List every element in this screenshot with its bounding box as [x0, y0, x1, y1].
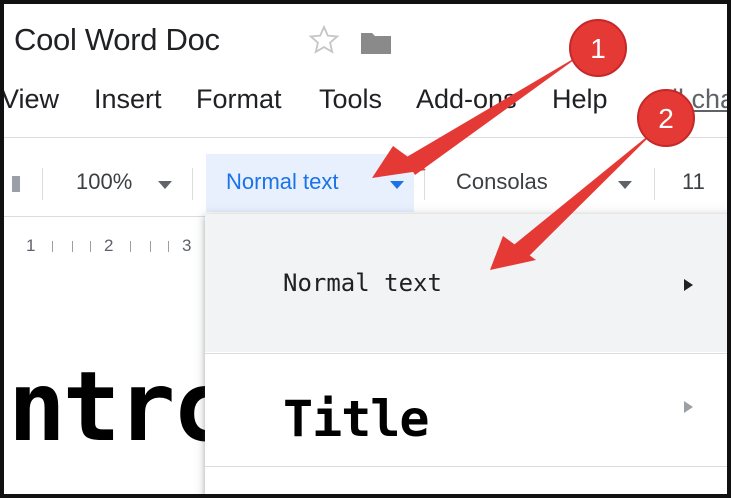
document-title[interactable]: Cool Word Doc	[14, 22, 220, 58]
menu-format[interactable]: Format	[196, 84, 282, 115]
ruler-tick	[72, 241, 73, 252]
ruler-tick	[90, 241, 91, 252]
dropdown-divider	[205, 466, 727, 467]
paragraph-style-select[interactable]: Normal text	[206, 154, 414, 212]
ruler-label: 1	[26, 236, 36, 255]
dropdown-item-title[interactable]: Title	[205, 354, 727, 466]
ruler-tick	[168, 241, 169, 252]
ruler-label: 3	[182, 236, 192, 255]
dropdown-item-label: Title	[283, 390, 430, 448]
menu-divider	[4, 137, 727, 138]
ruler-tick	[52, 241, 53, 252]
menu-bar: View Insert Format Tools Add-ons Help Al…	[4, 84, 727, 124]
toolbar-separator	[654, 168, 655, 200]
menu-view[interactable]: View	[4, 84, 59, 115]
paint-format-icon[interactable]	[12, 176, 20, 192]
zoom-value: 100%	[76, 169, 133, 194]
dropdown-item-label: Normal text	[283, 269, 442, 297]
submenu-arrow-icon	[684, 401, 693, 413]
toolbar-separator	[424, 168, 425, 200]
screenshot-frame: Cool Word Doc View Insert Format Tools A…	[0, 0, 731, 498]
toolbar-separator	[42, 168, 43, 200]
font-select[interactable]: Consolas	[434, 154, 644, 212]
menu-insert[interactable]: Insert	[94, 84, 162, 115]
ruler-tick	[130, 241, 131, 252]
star-icon[interactable]	[307, 23, 341, 57]
chevron-down-icon	[618, 181, 632, 189]
toolbar: 100% Normal text Consolas 11	[4, 154, 727, 212]
all-changes-link[interactable]: All cha	[654, 84, 727, 115]
submenu-arrow-icon	[684, 279, 693, 291]
folder-icon[interactable]	[359, 30, 393, 56]
paragraph-style-value: Normal text	[226, 169, 339, 194]
dropdown-item-normal-text[interactable]: Normal text	[205, 214, 727, 352]
document-heading-text[interactable]: ntrc	[8, 359, 230, 455]
menu-add-ons[interactable]: Add-ons	[416, 84, 517, 115]
chevron-down-icon	[158, 181, 172, 189]
font-value: Consolas	[456, 169, 548, 194]
toolbar-separator	[192, 168, 193, 200]
font-size-input[interactable]: 11	[682, 169, 705, 195]
menu-tools[interactable]: Tools	[319, 84, 382, 115]
chevron-down-icon	[390, 181, 404, 189]
paragraph-style-dropdown: Normal text Title	[205, 214, 727, 494]
zoom-select[interactable]: 100%	[62, 154, 182, 212]
ruler[interactable]: 1 2 3	[4, 236, 204, 258]
ruler-tick	[150, 241, 151, 252]
ruler-label: 2	[104, 236, 114, 255]
menu-help[interactable]: Help	[552, 84, 608, 115]
